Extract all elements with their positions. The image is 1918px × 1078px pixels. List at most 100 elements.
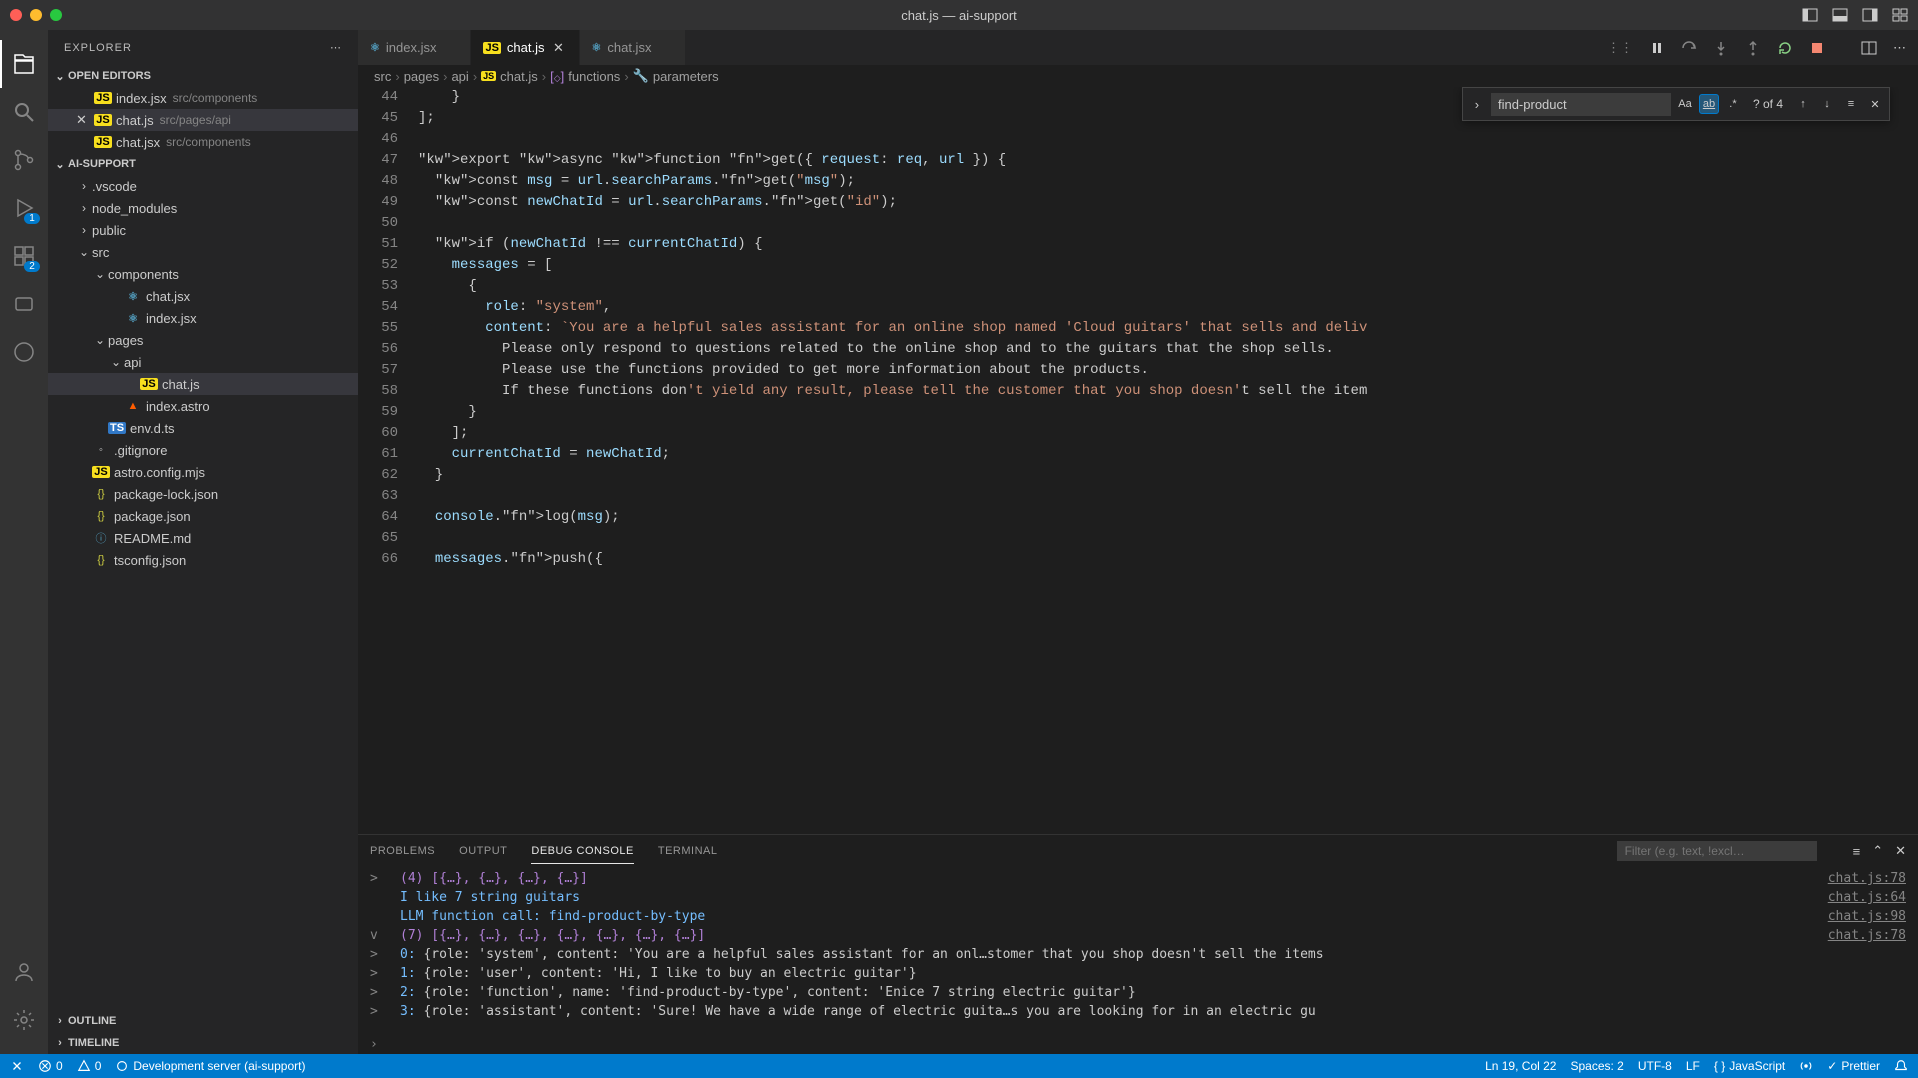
status-warnings[interactable]: 0 <box>77 1059 102 1073</box>
panel-tab-problems[interactable]: PROBLEMS <box>370 839 435 863</box>
status-remote[interactable] <box>10 1059 24 1073</box>
folder-item[interactable]: ⌄pages <box>48 329 358 351</box>
console-line[interactable]: >3: {role: 'assistant', content: 'Sure! … <box>370 1002 1906 1021</box>
open-editor-item[interactable]: JSindex.jsxsrc/components <box>48 87 358 109</box>
file-item[interactable]: ◦.gitignore <box>48 439 358 461</box>
match-case-icon[interactable]: Aa <box>1675 94 1695 114</box>
activity-accounts[interactable] <box>0 948 48 996</box>
activity-settings[interactable] <box>0 996 48 1044</box>
panel-tab-terminal[interactable]: TERMINAL <box>658 839 718 863</box>
status-errors[interactable]: 0 <box>38 1059 63 1073</box>
project-header[interactable]: ⌄ AI-SUPPORT <box>48 153 358 175</box>
folder-item[interactable]: ›public <box>48 219 358 241</box>
split-editor-icon[interactable] <box>1861 40 1877 56</box>
folder-item[interactable]: ›node_modules <box>48 197 358 219</box>
source-link[interactable]: chat.js:78 <box>1828 926 1906 945</box>
step-into-icon[interactable] <box>1713 40 1729 56</box>
console-line[interactable]: LLM function call: find-product-by-typec… <box>370 907 1906 926</box>
activity-source-control[interactable] <box>0 136 48 184</box>
file-item[interactable]: ⓘREADME.md <box>48 527 358 549</box>
pause-icon[interactable] <box>1649 40 1665 56</box>
breadcrumb-item[interactable]: chat.js <box>500 69 538 84</box>
window-minimize-button[interactable] <box>30 9 42 21</box>
editor-tab[interactable]: ⚛chat.jsx <box>580 30 687 65</box>
panel-maximize-icon[interactable]: ⌃ <box>1872 843 1883 859</box>
drag-handle-icon[interactable]: ⋮⋮ <box>1607 40 1633 56</box>
activity-search[interactable] <box>0 88 48 136</box>
breadcrumbs[interactable]: src› pages› api› JS chat.js› [◇] functio… <box>358 65 1918 87</box>
editor-tab[interactable]: JSchat.js✕ <box>471 30 579 65</box>
editor[interactable]: › Aa ab .* ? of 4 ↑ ↓ ≡ ✕ 44454647484950… <box>358 87 1918 834</box>
match-whole-word-icon[interactable]: ab <box>1699 94 1719 114</box>
status-encoding[interactable]: UTF-8 <box>1638 1059 1672 1073</box>
file-item[interactable]: ▲index.astro <box>48 395 358 417</box>
file-item[interactable]: {}tsconfig.json <box>48 549 358 571</box>
panel-close-icon[interactable]: ✕ <box>1895 843 1906 859</box>
folder-item[interactable]: ⌄api <box>48 351 358 373</box>
window-maximize-button[interactable] <box>50 9 62 21</box>
status-prettier[interactable]: ✓Prettier <box>1827 1059 1880 1073</box>
file-item[interactable]: ⚛chat.jsx <box>48 285 358 307</box>
open-editor-item[interactable]: JSchat.jsxsrc/components <box>48 131 358 153</box>
customize-layout-icon[interactable] <box>1892 7 1908 23</box>
outline-header[interactable]: › OUTLINE <box>48 1010 358 1032</box>
panel-tab-debug-console[interactable]: DEBUG CONSOLE <box>531 839 633 864</box>
console-prompt[interactable]: › <box>358 1035 1918 1054</box>
open-editors-header[interactable]: ⌄ OPEN EDITORS <box>48 65 358 87</box>
panel-settings-icon[interactable]: ≡ <box>1853 843 1861 859</box>
panel-tab-output[interactable]: OUTPUT <box>459 839 507 863</box>
activity-remote[interactable] <box>0 280 48 328</box>
find-toggle-replace-icon[interactable]: › <box>1467 88 1487 120</box>
toggle-primary-sidebar-icon[interactable] <box>1802 7 1818 23</box>
find-next-icon[interactable]: ↓ <box>1817 94 1837 114</box>
folder-item[interactable]: ⌄components <box>48 263 358 285</box>
step-out-icon[interactable] <box>1745 40 1761 56</box>
status-broadcast-icon[interactable] <box>1799 1059 1813 1073</box>
restart-icon[interactable] <box>1777 40 1793 56</box>
folder-item[interactable]: ⌄src <box>48 241 358 263</box>
close-icon[interactable]: ✕ <box>551 40 567 56</box>
source-link[interactable]: chat.js:78 <box>1828 869 1906 888</box>
activity-edge[interactable] <box>0 328 48 376</box>
more-actions-icon[interactable]: ⋯ <box>1893 40 1906 56</box>
console-line[interactable]: >0: {role: 'system', content: 'You are a… <box>370 945 1906 964</box>
file-item[interactable]: JSastro.config.mjs <box>48 461 358 483</box>
file-item[interactable]: ⚛index.jsx <box>48 307 358 329</box>
sidebar-more-icon[interactable]: ⋯ <box>330 41 342 54</box>
breadcrumb-item[interactable]: pages <box>404 69 439 84</box>
file-tree[interactable]: ›.vscode›node_modules›public⌄src⌄compone… <box>48 175 358 1010</box>
console-line[interactable]: >(4) [{…}, {…}, {…}, {…}]chat.js:78 <box>370 869 1906 888</box>
activity-debug[interactable]: 1 <box>0 184 48 232</box>
timeline-header[interactable]: › TIMELINE <box>48 1032 358 1054</box>
status-cursor[interactable]: Ln 19, Col 22 <box>1485 1059 1556 1073</box>
find-input[interactable] <box>1491 93 1671 116</box>
regex-icon[interactable]: .* <box>1723 94 1743 114</box>
breadcrumb-item[interactable]: src <box>374 69 391 84</box>
debug-console-output[interactable]: >(4) [{…}, {…}, {…}, {…}]chat.js:78 I li… <box>358 867 1918 1035</box>
file-item[interactable]: TSenv.d.ts <box>48 417 358 439</box>
find-close-icon[interactable]: ✕ <box>1865 94 1885 114</box>
file-item[interactable]: JSchat.js <box>48 373 358 395</box>
panel-filter-input[interactable] <box>1617 841 1817 861</box>
source-link[interactable]: chat.js:64 <box>1828 888 1906 907</box>
status-language[interactable]: { } JavaScript <box>1714 1059 1785 1073</box>
status-eol[interactable]: LF <box>1686 1059 1700 1073</box>
code-content[interactable]: }];"kw">export "kw">async "kw">function … <box>418 87 1918 834</box>
editor-tab[interactable]: ⚛index.jsx <box>358 30 471 65</box>
toggle-panel-icon[interactable] <box>1832 7 1848 23</box>
console-line[interactable]: v(7) [{…}, {…}, {…}, {…}, {…}, {…}, {…}]… <box>370 926 1906 945</box>
status-bell-icon[interactable] <box>1894 1059 1908 1073</box>
stop-icon[interactable] <box>1809 40 1825 56</box>
console-line[interactable]: >1: {role: 'user', content: 'Hi, I like … <box>370 964 1906 983</box>
file-item[interactable]: {}package-lock.json <box>48 483 358 505</box>
toggle-secondary-sidebar-icon[interactable] <box>1862 7 1878 23</box>
find-selection-icon[interactable]: ≡ <box>1841 94 1861 114</box>
source-link[interactable]: chat.js:98 <box>1828 907 1906 926</box>
find-prev-icon[interactable]: ↑ <box>1793 94 1813 114</box>
file-item[interactable]: {}package.json <box>48 505 358 527</box>
breadcrumb-item[interactable]: functions <box>568 69 620 84</box>
status-spaces[interactable]: Spaces: 2 <box>1570 1059 1623 1073</box>
console-line[interactable]: I like 7 string guitarschat.js:64 <box>370 888 1906 907</box>
breadcrumb-item[interactable]: api <box>451 69 468 84</box>
open-editor-item[interactable]: ✕JSchat.jssrc/pages/api <box>48 109 358 131</box>
